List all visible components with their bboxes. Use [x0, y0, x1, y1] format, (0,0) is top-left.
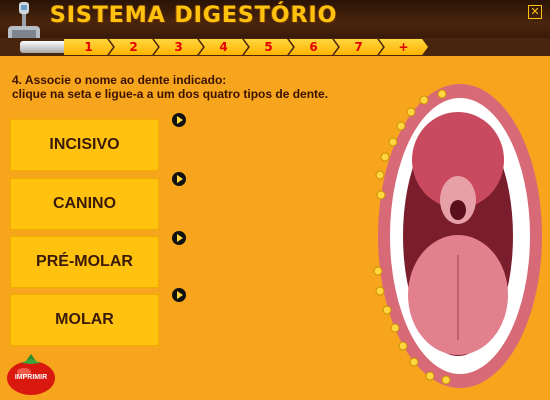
close-button[interactable]: ✕	[528, 5, 542, 19]
option-incisivo[interactable]: INCISIVO	[10, 119, 159, 171]
step-7[interactable]: 7	[334, 39, 383, 55]
instruction-line-2: clique na seta e ligue-a a um dos quatro…	[12, 87, 329, 101]
step-more[interactable]: +	[379, 39, 428, 55]
app-window: SISTEMA DIGESTÓRIO ✕ 1 2 3 4 5 6 7 + 4. …	[0, 0, 550, 400]
print-button-label[interactable]: IMPRIMIR	[4, 374, 58, 381]
app-title: SISTEMA DIGESTÓRIO	[50, 3, 338, 28]
arrow-button-4[interactable]	[172, 288, 186, 302]
step-6[interactable]: 6	[289, 39, 338, 55]
option-molar[interactable]: MOLAR	[10, 294, 159, 346]
instructions: 4. Associe o nome ao dente indicado: cli…	[12, 73, 352, 101]
step-4[interactable]: 4	[199, 39, 248, 55]
option-canino[interactable]: CANINO	[10, 178, 159, 230]
step-navigation: 1 2 3 4 5 6 7 +	[64, 39, 428, 55]
step-3[interactable]: 3	[154, 39, 203, 55]
step-5[interactable]: 5	[244, 39, 293, 55]
arrow-button-1[interactable]	[172, 113, 186, 127]
instruction-line-1: 4. Associe o nome ao dente indicado:	[12, 73, 227, 87]
arrow-button-3[interactable]	[172, 231, 186, 245]
tomato-print-icon[interactable]	[4, 350, 58, 396]
step-1[interactable]: 1	[64, 39, 113, 55]
option-pre-molar[interactable]: PRÉ-MOLAR	[10, 236, 159, 288]
arrow-button-2[interactable]	[172, 172, 186, 186]
step-2[interactable]: 2	[109, 39, 158, 55]
mouth-illustration	[373, 84, 542, 388]
pipe-decoration	[20, 41, 70, 53]
